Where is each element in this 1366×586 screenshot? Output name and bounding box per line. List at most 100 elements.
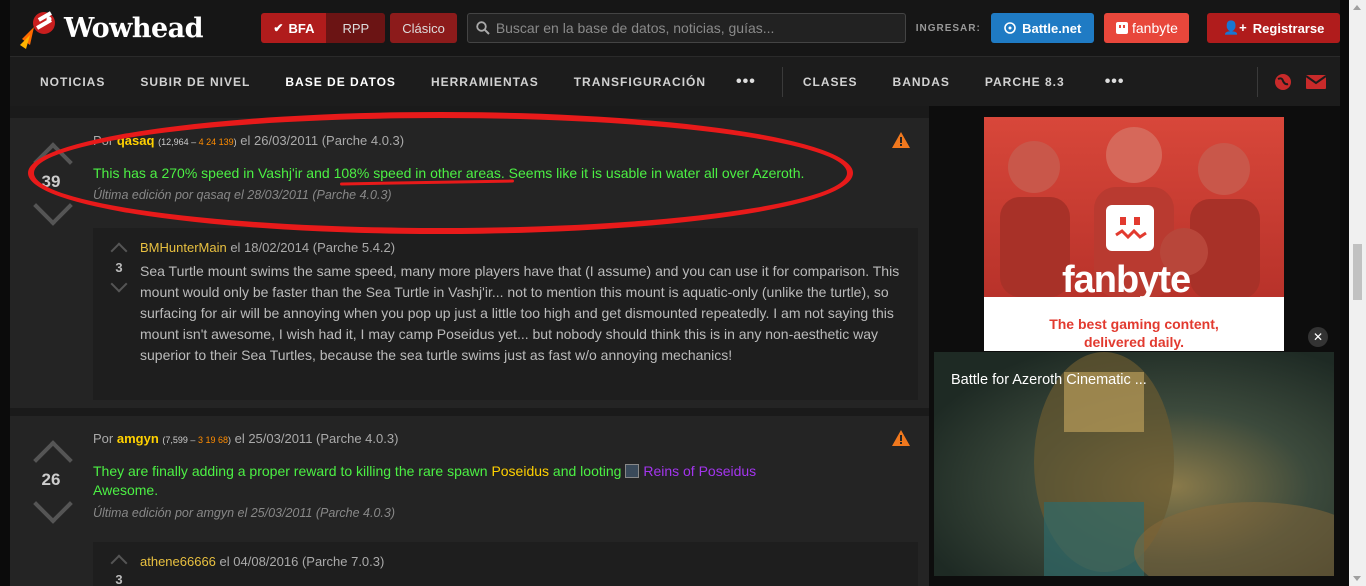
npc-link[interactable]: Poseidus — [491, 463, 549, 479]
mail-icon[interactable] — [1305, 74, 1326, 90]
upvote-icon[interactable] — [109, 242, 129, 254]
check-icon: ✔ — [273, 21, 284, 35]
fanbyte-login-button[interactable]: fanbyte — [1103, 13, 1190, 43]
comment-date: el 26/03/2011 (Parche 4.0.3) — [240, 133, 405, 148]
reply-author[interactable]: athene66666 — [140, 554, 216, 569]
comment-meta: Por qasaq (12,964 – 4 24 139) el 26/03/2… — [93, 133, 405, 148]
comment-text-part: and looting — [549, 463, 626, 479]
nav-subir-de-nivel[interactable]: SUBIR DE NIVEL — [140, 57, 250, 107]
ad-tagline-line-2: delivered daily. — [1083, 334, 1185, 350]
reply-score: 3 — [115, 572, 123, 586]
comments-section: 39 Por qasaq (12,964 – 4 24 139) el 26/0… — [10, 106, 929, 586]
scroll-thumb[interactable] — [1353, 244, 1362, 300]
comment-meta: Por amgyn (7,599 – 3 19 68) el 25/03/201… — [93, 431, 399, 446]
comment-text-part: . Seems like it is usable in water all o… — [500, 165, 805, 181]
login-label: INGRESAR: — [915, 22, 981, 34]
version-rpp-button[interactable]: RPP — [326, 13, 386, 43]
search-box — [466, 13, 906, 43]
upvote-icon[interactable] — [36, 442, 66, 462]
comment: 39 Por qasaq (12,964 – 4 24 139) el 26/0… — [10, 118, 929, 408]
battlenet-icon — [1004, 22, 1016, 34]
page-scrollbar[interactable] — [1349, 0, 1366, 586]
version-rpp-label: RPP — [342, 20, 370, 36]
search-input[interactable] — [495, 20, 896, 36]
downvote-icon[interactable] — [109, 281, 129, 293]
item-link[interactable]: Reins of Poseidus — [643, 463, 756, 479]
battlenet-login-button[interactable]: Battle.net — [990, 13, 1094, 43]
reply-author[interactable]: BMHunterMain — [140, 240, 227, 255]
logo[interactable]: Wowhead — [16, 5, 251, 51]
reply-date: el 18/02/2014 (Parche 5.4.2) — [230, 240, 396, 255]
edited-note: Última edición por qasaq el 28/03/2011 (… — [93, 188, 392, 202]
nav-more-1[interactable]: ••• — [736, 57, 756, 107]
ad-brand: fanbyte — [1062, 259, 1191, 301]
nav-transfiguracion[interactable]: TRANSFIGURACIÓN — [574, 57, 706, 107]
close-icon[interactable]: ✕ — [1308, 327, 1328, 347]
battlenet-label: Battle.net — [1022, 20, 1082, 36]
add-user-icon: 👤+ — [1223, 20, 1247, 35]
by-label: Por — [93, 431, 114, 446]
vote-box: 26 — [36, 442, 66, 518]
fanbyte-icon — [1115, 22, 1128, 34]
reply-score: 3 — [115, 260, 123, 275]
comment-text-highlight: 108% speed in other areas — [333, 165, 501, 181]
badges: 4 24 139 — [198, 137, 234, 147]
item-icon — [625, 464, 640, 478]
comment-body: They are finally adding a proper reward … — [93, 462, 813, 500]
fanbyte-logo-icon — [1106, 205, 1154, 251]
nav-noticias[interactable]: NOTICIAS — [40, 57, 105, 107]
ad-tagline: The best gaming content, delivered daily… — [984, 297, 1284, 351]
reputation: 12,964 — [161, 137, 189, 147]
version-switch: ✔ BFA RPP Clásico — [261, 13, 457, 43]
version-classic-button[interactable]: Clásico — [390, 13, 457, 43]
downvote-icon[interactable] — [36, 200, 66, 220]
top-header: Wowhead ✔ BFA RPP Clásico INGRESAR: Batt… — [10, 0, 1340, 56]
video-title: Battle for Azeroth Cinematic ... — [951, 372, 1147, 388]
reply-date: el 04/08/2016 (Parche 7.0.3) — [219, 554, 385, 569]
search-icon — [476, 21, 490, 35]
edited-note: Última edición por amgyn el 25/03/2011 (… — [93, 506, 396, 520]
nav-herramientas[interactable]: HERRAMIENTAS — [431, 57, 539, 107]
reply-meta: athene66666 el 04/08/2016 (Parche 7.0.3) — [140, 554, 384, 569]
badges: 3 19 68 — [197, 435, 228, 445]
downvote-icon[interactable] — [36, 498, 66, 518]
reply-meta: BMHunterMain el 18/02/2014 (Parche 5.4.2… — [140, 240, 395, 255]
scroll-up-icon[interactable] — [1353, 5, 1361, 10]
globe-icon[interactable] — [1274, 73, 1292, 91]
upvote-icon[interactable] — [36, 144, 66, 164]
version-bfa-label: BFA — [288, 20, 315, 36]
video-player[interactable]: Battle for Azeroth Cinematic ... — [934, 352, 1334, 576]
reply: 3 athene66666 el 04/08/2016 (Parche 7.0.… — [93, 542, 918, 586]
nav-divider-right — [1256, 66, 1258, 97]
comment: 26 Por amgyn (7,599 – 3 19 68) el 25/03/… — [10, 416, 929, 586]
nav-more-2[interactable]: ••• — [1105, 57, 1125, 107]
report-warning-icon[interactable] — [892, 132, 910, 148]
reputation: 7,599 — [165, 435, 188, 445]
reply-vote-box: 3 — [109, 554, 129, 586]
comment-author[interactable]: qasaq — [117, 133, 155, 148]
page: Wowhead ✔ BFA RPP Clásico INGRESAR: Batt… — [0, 0, 1366, 586]
comment-text-part: This has a 270% speed in Vashj'ir and — [93, 165, 334, 181]
ad-tagline-line-1: The best gaming content, — [1049, 316, 1219, 332]
nav-parche[interactable]: PARCHE 8.3 — [985, 57, 1065, 107]
version-classic-label: Clásico — [402, 20, 445, 36]
main-nav: NOTICIAS SUBIR DE NIVEL BASE DE DATOS HE… — [10, 56, 1340, 106]
scroll-down-icon[interactable] — [1353, 576, 1361, 581]
register-label: Registrarse — [1252, 20, 1325, 36]
register-button[interactable]: 👤+ Registrarse — [1207, 13, 1340, 43]
fanbyte-ad[interactable]: fanbyte The best gaming content, deliver… — [984, 117, 1284, 351]
version-bfa-button[interactable]: ✔ BFA — [261, 13, 327, 43]
reply-body: Sea Turtle mount swims the same speed, m… — [140, 263, 900, 363]
wowhead-logo-icon — [16, 5, 62, 51]
nav-base-de-datos[interactable]: BASE DE DATOS — [285, 57, 396, 107]
comment-text-part: Awesome. — [93, 482, 159, 498]
vote-box: 39 — [36, 144, 66, 220]
upvote-icon[interactable] — [109, 554, 129, 566]
comment-author[interactable]: amgyn — [117, 431, 159, 446]
logo-text: Wowhead — [64, 12, 204, 44]
nav-bandas[interactable]: BANDAS — [893, 57, 950, 107]
nav-clases[interactable]: CLASES — [803, 57, 858, 107]
report-warning-icon[interactable] — [892, 430, 910, 446]
fanbyte-label: fanbyte — [1131, 20, 1178, 36]
reply-vote-box: 3 — [109, 242, 129, 293]
